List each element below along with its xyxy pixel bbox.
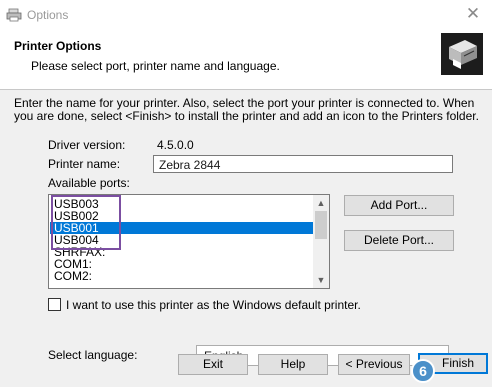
ports-scrollbar[interactable]: ▲ ▼ bbox=[313, 195, 329, 288]
header-title: Printer Options bbox=[14, 39, 102, 53]
select-language-label: Select language: bbox=[48, 348, 138, 362]
printer-icon bbox=[441, 33, 483, 75]
default-printer-checkbox[interactable] bbox=[48, 298, 61, 311]
available-ports-label: Available ports: bbox=[48, 176, 130, 190]
exit-button[interactable]: Exit bbox=[178, 354, 248, 375]
default-printer-label: I want to use this printer as the Window… bbox=[66, 298, 361, 312]
add-port-button[interactable]: Add Port... bbox=[344, 195, 454, 216]
step-number-badge: 6 bbox=[411, 359, 435, 383]
scroll-up-icon[interactable]: ▲ bbox=[313, 195, 329, 211]
scroll-down-icon[interactable]: ▼ bbox=[313, 272, 329, 288]
delete-port-button[interactable]: Delete Port... bbox=[344, 230, 454, 251]
title-bar: Options ✕ bbox=[0, 0, 492, 30]
previous-button[interactable]: < Previous bbox=[338, 354, 410, 375]
help-button[interactable]: Help bbox=[258, 354, 328, 375]
options-panel: Enter the name for your printer. Also, s… bbox=[0, 90, 492, 387]
window-title: Options bbox=[27, 8, 69, 22]
printer-name-label: Printer name: bbox=[48, 157, 121, 171]
close-icon[interactable]: ✕ bbox=[464, 5, 482, 23]
printer-app-icon bbox=[6, 8, 22, 22]
header-subtitle: Please select port, printer name and lan… bbox=[31, 59, 280, 73]
driver-version-value: 4.5.0.0 bbox=[157, 138, 194, 152]
printer-name-input[interactable]: Zebra 2844 bbox=[153, 155, 453, 173]
driver-version-label: Driver version: bbox=[48, 138, 126, 152]
scroll-thumb[interactable] bbox=[315, 211, 327, 239]
intro-text: Enter the name for your printer. Also, s… bbox=[14, 96, 479, 123]
list-item[interactable]: COM2: bbox=[54, 270, 92, 282]
ports-listbox[interactable]: USB003 USB002 USB001 USB004 SHRFAX: COM1… bbox=[48, 194, 330, 289]
wizard-header: Printer Options Please select port, prin… bbox=[0, 30, 492, 90]
printer-name-value: Zebra 2844 bbox=[159, 158, 221, 172]
